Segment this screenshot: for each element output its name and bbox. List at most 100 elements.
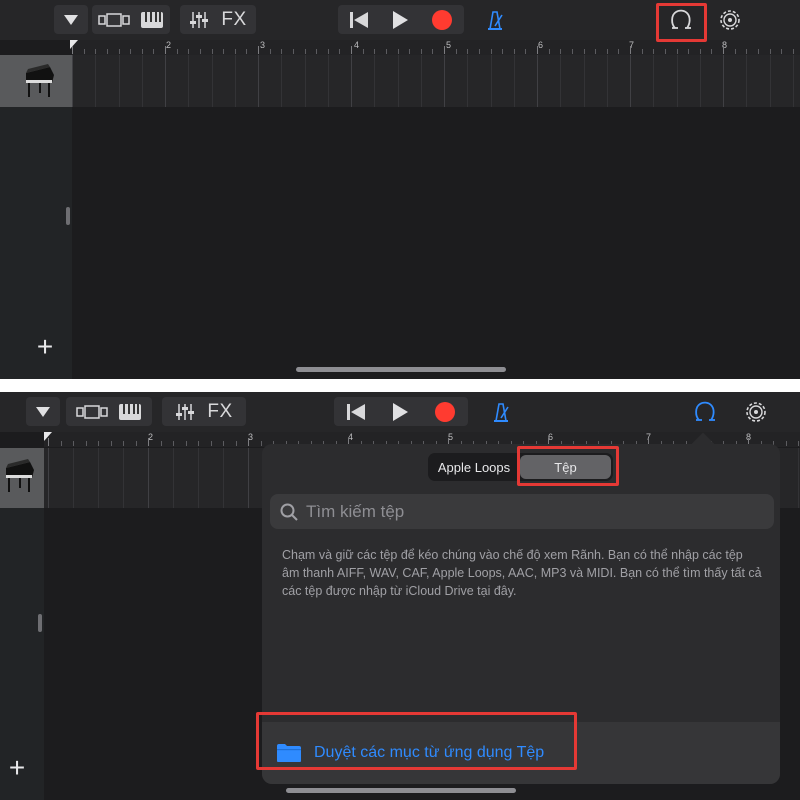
ruler-tick xyxy=(711,49,713,54)
ruler-tick xyxy=(188,49,190,54)
garageband-tracks-view-top: FX 2 3 4 5 6 7 8 + xyxy=(0,0,800,379)
track-dropdown-button[interactable] xyxy=(26,397,60,426)
play-icon[interactable] xyxy=(391,10,409,30)
mixer-icon xyxy=(190,11,209,28)
track-dropdown-button[interactable] xyxy=(54,5,88,34)
settings-gear-icon[interactable] xyxy=(744,400,768,424)
browser-view-button[interactable] xyxy=(76,404,108,420)
ruler-tick xyxy=(281,49,283,54)
ruler-tick xyxy=(537,46,538,54)
home-indicator[interactable] xyxy=(286,788,516,793)
ruler-tick xyxy=(165,46,166,54)
ruler-tick xyxy=(785,441,787,446)
resize-handle[interactable] xyxy=(66,207,70,225)
timeline-ruler[interactable]: 2 3 4 5 6 7 8 xyxy=(70,40,800,55)
track-list: + xyxy=(0,107,72,379)
ruler-tick xyxy=(141,49,143,54)
dropdown-triangle-icon xyxy=(36,406,50,417)
rewind-icon[interactable] xyxy=(349,11,369,29)
play-icon[interactable] xyxy=(391,402,409,422)
ruler-tick xyxy=(292,49,294,54)
grid-line xyxy=(72,55,73,107)
mixer-button[interactable] xyxy=(175,403,195,421)
ruler-tick xyxy=(198,441,199,446)
segment-apple-loops[interactable]: Apple Loops xyxy=(430,455,518,479)
grid-line xyxy=(420,55,422,107)
fx-button[interactable]: FX xyxy=(207,401,232,423)
search-input[interactable] xyxy=(306,501,746,522)
browser-view-button[interactable] xyxy=(98,12,130,28)
browse-files-label: Duyệt các mục từ ứng dụng Tệp xyxy=(314,744,545,761)
metronome-icon[interactable] xyxy=(484,9,506,31)
track-lane[interactable] xyxy=(72,55,800,107)
record-icon[interactable] xyxy=(434,401,456,423)
ruler-tick xyxy=(798,441,799,446)
keyboard-icon xyxy=(141,11,163,28)
segment-files[interactable]: Tệp xyxy=(520,455,611,479)
grid-line xyxy=(198,448,199,508)
grid-line xyxy=(467,55,469,107)
ruler-bar-number: 6 xyxy=(538,40,544,50)
folder-icon xyxy=(277,744,301,762)
ruler-tick xyxy=(199,49,201,54)
grid-line xyxy=(95,55,97,107)
keyboard-button[interactable] xyxy=(118,403,142,421)
track-header-piano[interactable] xyxy=(0,55,72,107)
ruler-tick xyxy=(351,46,352,54)
grid-line xyxy=(444,55,445,107)
record-icon[interactable] xyxy=(431,9,453,31)
grid-line xyxy=(490,55,492,107)
rewind-icon[interactable] xyxy=(346,403,366,421)
ruler-tick xyxy=(339,49,341,54)
browse-files-app-button[interactable]: Duyệt các mục từ ứng dụng Tệp xyxy=(262,722,780,784)
ruler-tick xyxy=(234,49,236,54)
add-track-button[interactable]: + xyxy=(34,333,56,361)
ruler-tick xyxy=(106,49,108,54)
ruler-tick xyxy=(185,441,187,446)
ruler-tick xyxy=(223,441,224,446)
grid-line xyxy=(606,55,608,107)
ruler-tick xyxy=(223,49,225,54)
ruler-tick xyxy=(374,49,376,54)
ruler-tick xyxy=(734,49,736,54)
grid-line xyxy=(397,55,399,107)
mixer-button[interactable] xyxy=(189,11,209,29)
home-indicator[interactable] xyxy=(296,367,506,372)
dropdown-triangle-icon xyxy=(64,14,78,25)
ruler-tick xyxy=(606,49,608,54)
grid-line xyxy=(148,448,149,508)
control-bar: FX xyxy=(0,0,800,40)
grid-line xyxy=(723,55,724,107)
mixer-fx-group: FX xyxy=(180,5,256,34)
keyboard-button[interactable] xyxy=(140,11,164,29)
ruler-tick xyxy=(478,49,480,54)
control-bar: FX xyxy=(0,392,800,432)
track-header-piano[interactable] xyxy=(0,448,44,508)
loop-browser-icon[interactable] xyxy=(694,401,716,423)
ruler-tick xyxy=(95,49,97,54)
grid-line xyxy=(304,55,306,107)
add-track-button[interactable]: + xyxy=(6,754,28,782)
transport-group xyxy=(334,397,468,426)
ruler-tick xyxy=(757,49,759,54)
ruler-tick xyxy=(304,49,306,54)
ruler-bar-number: 3 xyxy=(260,40,266,50)
grid-line xyxy=(73,448,74,508)
loop-browser-popover: Apple Loops Tệp Chạm và giữ các tệp để k… xyxy=(262,432,780,784)
resize-handle[interactable] xyxy=(38,614,42,632)
ruler-bar-number: 2 xyxy=(166,40,172,50)
loop-browser-icon[interactable] xyxy=(670,9,692,31)
grid-line xyxy=(248,448,249,508)
grid-line xyxy=(211,55,213,107)
grid-line xyxy=(746,55,748,107)
ruler-tick xyxy=(664,49,666,54)
grid-line xyxy=(560,55,562,107)
metronome-icon[interactable] xyxy=(490,401,512,423)
fx-button[interactable]: FX xyxy=(221,9,246,31)
file-search-bar[interactable] xyxy=(270,494,774,529)
keyboard-icon xyxy=(119,403,141,420)
ruler-tick xyxy=(48,438,49,446)
ruler-tick xyxy=(110,441,112,446)
settings-gear-icon[interactable] xyxy=(718,8,742,32)
ruler-tick xyxy=(258,46,259,54)
